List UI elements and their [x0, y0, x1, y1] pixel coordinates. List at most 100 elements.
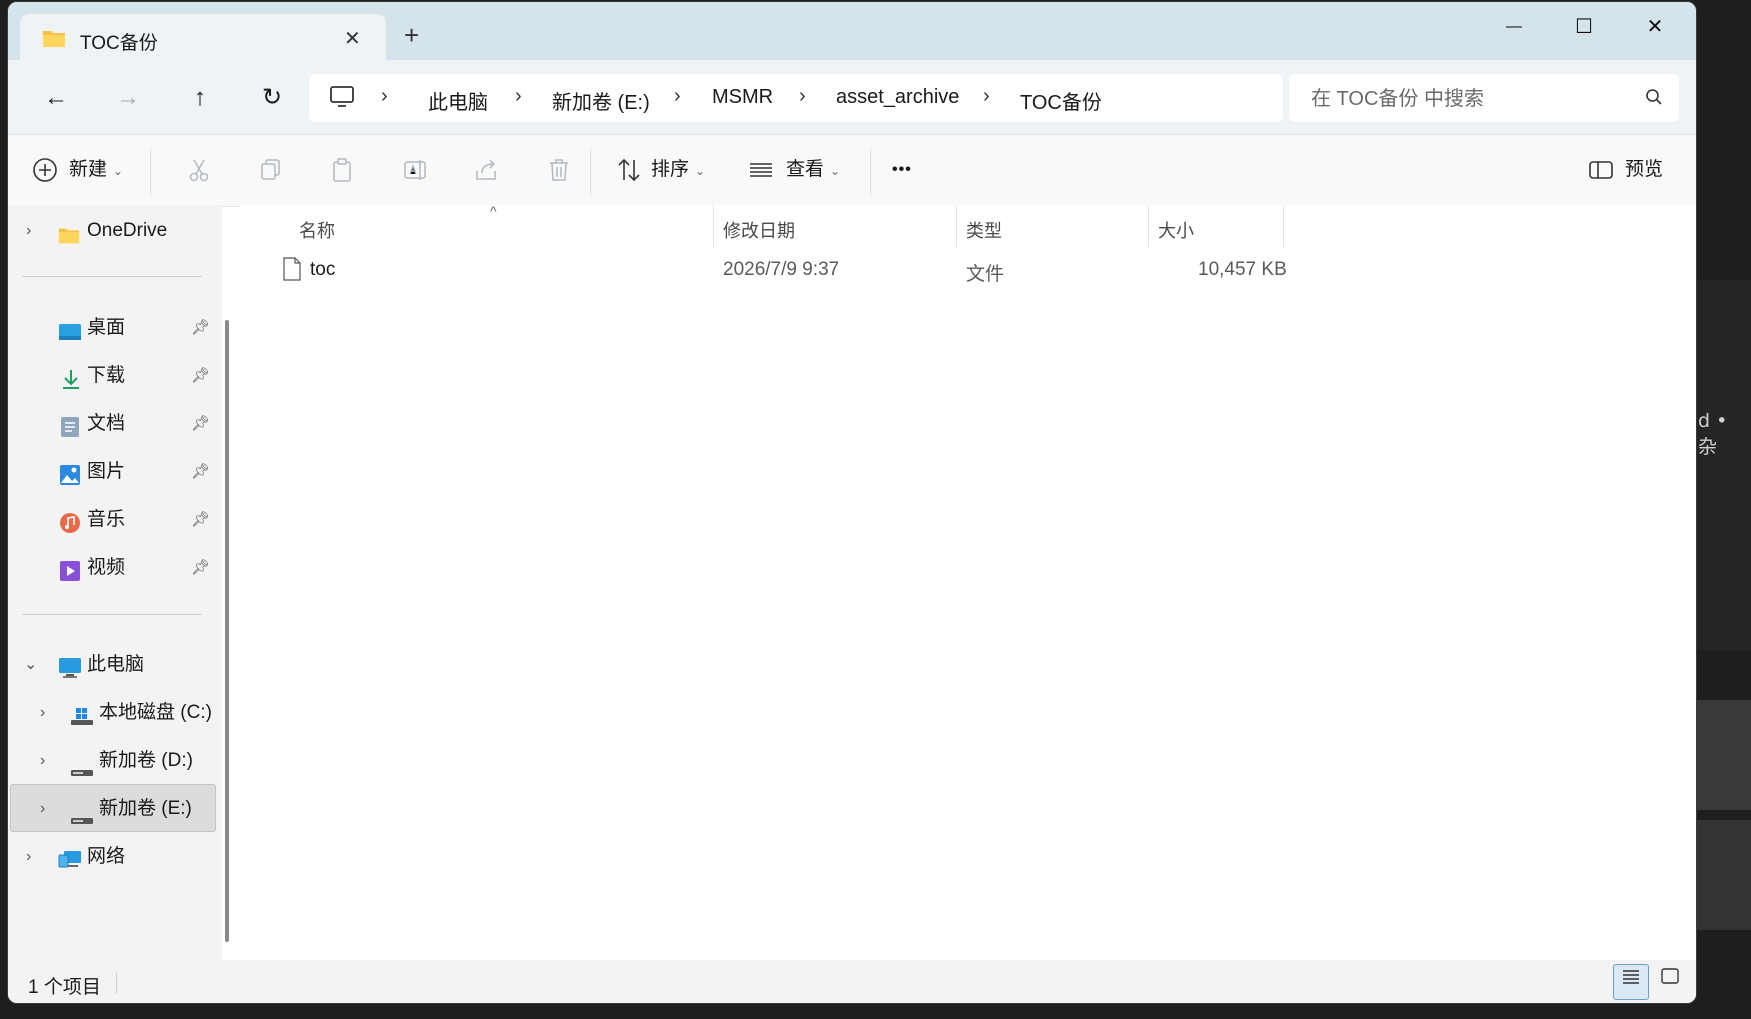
- breadcrumb-toc-backup[interactable]: TOC备份: [1020, 86, 1102, 115]
- search-icon[interactable]: [1645, 88, 1663, 111]
- background-panel: [1696, 280, 1751, 650]
- computer-icon: [58, 654, 82, 694]
- column-divider[interactable]: [1148, 205, 1149, 247]
- sidebar-item-pictures[interactable]: 图片 📌︎: [8, 452, 218, 492]
- breadcrumb-asset-archive[interactable]: asset_archive: [836, 86, 959, 109]
- tab-close-icon[interactable]: ✕: [344, 26, 361, 51]
- close-button[interactable]: ✕: [1635, 12, 1675, 42]
- pin-icon[interactable]: 📌︎: [191, 548, 210, 588]
- pin-icon[interactable]: 📌︎: [191, 356, 210, 396]
- preview-button[interactable]: 预览: [1625, 153, 1663, 187]
- file-name: toc: [310, 259, 336, 280]
- divider: [22, 276, 202, 277]
- table-row[interactable]: toc 2026/7/9 9:37 文件 10,457 KB: [240, 251, 1696, 291]
- windows-drive-icon: [70, 702, 94, 742]
- up-button[interactable]: ↑: [184, 82, 216, 114]
- address-bar[interactable]: › 此电脑 › 新加卷 (E:) › MSMR › asset_archive …: [309, 74, 1283, 122]
- chevron-right-icon[interactable]: ›: [26, 211, 31, 251]
- chevron-right-icon[interactable]: ›: [40, 789, 45, 829]
- file-modified: 2026/7/9 9:37: [723, 259, 840, 280]
- divider: [590, 149, 591, 195]
- chevron-down-icon: ⌄: [830, 164, 841, 178]
- breadcrumb-drive-e[interactable]: 新加卷 (E:): [552, 86, 650, 115]
- navigation-pane: › OneDrive 桌面 📌︎ 下载 📌︎ 文档 📌︎ 图片 📌︎ 音乐 📌︎…: [8, 205, 222, 960]
- breadcrumb-this-pc[interactable]: 此电脑: [428, 86, 488, 115]
- maximize-button[interactable]: ☐: [1564, 12, 1604, 42]
- sidebar-item-network[interactable]: › 网络: [8, 837, 218, 877]
- item-count: 1 个项目: [28, 977, 101, 998]
- chevron-right-icon[interactable]: ›: [40, 693, 45, 733]
- pictures-icon: [59, 461, 81, 501]
- divider: [150, 149, 151, 195]
- sidebar-item-music[interactable]: 音乐 📌︎: [8, 500, 218, 540]
- file-icon: [282, 257, 302, 287]
- search-box[interactable]: [1289, 74, 1679, 122]
- view-lines-icon: [748, 157, 774, 183]
- back-button[interactable]: ←: [40, 82, 72, 114]
- breadcrumb-separator: ›: [674, 85, 681, 107]
- background-panel: [1696, 700, 1751, 810]
- sort-ascending-icon: ^: [490, 203, 497, 219]
- command-bar: 新建 ⌄ 排序 ⌄ 查看 ⌄ ••• 预览: [8, 134, 1696, 207]
- pin-icon[interactable]: 📌︎: [191, 308, 210, 348]
- column-header-modified[interactable]: 修改日期: [723, 217, 795, 243]
- details-view-button[interactable]: [1613, 964, 1649, 1000]
- large-icons-view-icon: [1661, 968, 1679, 984]
- sidebar-item-drive-e[interactable]: › 新加卷 (E:): [8, 789, 218, 829]
- sidebar-item-label: 新加卷 (D:): [99, 750, 193, 771]
- forward-button[interactable]: →: [112, 82, 144, 114]
- minimize-button[interactable]: —: [1494, 12, 1534, 42]
- sidebar-item-onedrive[interactable]: › OneDrive: [8, 211, 208, 251]
- sidebar-item-drive-c[interactable]: › 本地磁盘 (C:): [8, 693, 218, 733]
- download-icon: [60, 365, 82, 405]
- view-button[interactable]: 查看 ⌄: [786, 153, 840, 187]
- column-header-name[interactable]: 名称: [299, 217, 335, 243]
- column-divider[interactable]: [956, 205, 957, 247]
- sidebar-item-documents[interactable]: 文档 📌︎: [8, 404, 218, 444]
- column-divider[interactable]: [713, 205, 714, 247]
- breadcrumb-separator: ›: [381, 85, 388, 107]
- sidebar-item-this-pc[interactable]: ⌄ 此电脑: [8, 645, 218, 685]
- sidebar-scrollbar[interactable]: [225, 320, 229, 942]
- sidebar-item-downloads[interactable]: 下载 📌︎: [8, 356, 218, 396]
- tab-toc-backup[interactable]: TOC备份 ✕: [20, 14, 386, 62]
- new-button[interactable]: 新建 ⌄: [69, 153, 123, 187]
- delete-icon[interactable]: [546, 157, 572, 183]
- pin-icon[interactable]: 📌︎: [191, 452, 210, 492]
- chevron-down-icon: ⌄: [695, 164, 706, 178]
- sidebar-item-drive-d[interactable]: › 新加卷 (D:): [8, 741, 218, 781]
- column-header-type[interactable]: 类型: [966, 217, 1002, 243]
- chevron-right-icon[interactable]: ›: [40, 741, 45, 781]
- sidebar-item-videos[interactable]: 视频 📌︎: [8, 548, 218, 588]
- folder-icon: [42, 28, 66, 53]
- sidebar-item-desktop[interactable]: 桌面 📌︎: [8, 308, 218, 348]
- column-divider[interactable]: [1283, 205, 1284, 247]
- drive-icon: [70, 754, 94, 794]
- sidebar-item-label: 下载: [87, 365, 126, 386]
- large-icons-view-button[interactable]: [1653, 964, 1687, 998]
- search-input[interactable]: [1309, 84, 1633, 114]
- copy-icon[interactable]: [258, 157, 284, 183]
- tab-title: TOC备份: [80, 33, 158, 54]
- breadcrumb-separator: ›: [983, 85, 990, 107]
- sort-label: 排序: [651, 159, 690, 180]
- new-tab-button[interactable]: +: [404, 22, 419, 48]
- column-header-size[interactable]: 大小: [1158, 217, 1194, 243]
- more-options-button[interactable]: •••: [892, 153, 912, 187]
- file-size: 10,457 KB: [1198, 259, 1287, 280]
- file-type: 文件: [966, 264, 1005, 285]
- share-icon[interactable]: [474, 157, 500, 183]
- sort-button[interactable]: 排序 ⌄: [651, 153, 705, 187]
- breadcrumb-msmr[interactable]: MSMR: [712, 86, 773, 109]
- chevron-down-icon[interactable]: ⌄: [24, 645, 37, 685]
- sidebar-item-label: 桌面: [87, 317, 126, 338]
- chevron-right-icon[interactable]: ›: [26, 837, 31, 877]
- rename-icon[interactable]: [402, 157, 428, 183]
- pin-icon[interactable]: 📌︎: [191, 500, 210, 540]
- paste-icon[interactable]: [330, 157, 356, 183]
- music-icon: [59, 509, 81, 549]
- cut-icon[interactable]: [186, 157, 212, 183]
- pin-icon[interactable]: 📌︎: [191, 404, 210, 444]
- refresh-button[interactable]: ↻: [256, 82, 288, 114]
- view-label: 查看: [786, 159, 825, 180]
